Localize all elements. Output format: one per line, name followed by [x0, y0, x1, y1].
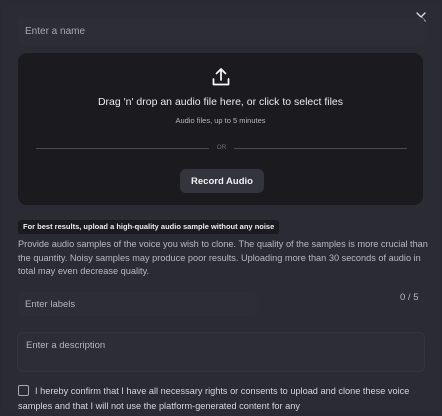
add-voice-modal: Drag 'n' drop an audio file here, or cli… [2, 2, 440, 414]
record-audio-button[interactable]: Record Audio [180, 169, 264, 193]
labels-input[interactable] [17, 292, 257, 316]
upload-icon [212, 68, 230, 86]
instructions-text: Provide audio samples of the voice you w… [18, 239, 428, 276]
dropzone-title: Drag 'n' drop an audio file here, or cli… [97, 96, 344, 108]
quality-tip-badge: For best results, upload a high-quality … [18, 220, 280, 234]
voice-name-input[interactable] [17, 17, 425, 45]
consent-label: I hereby confirm that I have all necessa… [18, 386, 410, 411]
description-textarea[interactable] [17, 332, 425, 372]
divider-line-right [234, 148, 407, 149]
or-divider: OR [36, 143, 407, 153]
audio-dropzone[interactable]: Drag 'n' drop an audio file here, or cli… [18, 53, 423, 205]
dropzone-subtitle: Audio files, up to 5 minutes [175, 116, 266, 125]
consent-checkbox[interactable] [18, 385, 29, 396]
labels-counter: 0 / 5 [400, 292, 419, 303]
